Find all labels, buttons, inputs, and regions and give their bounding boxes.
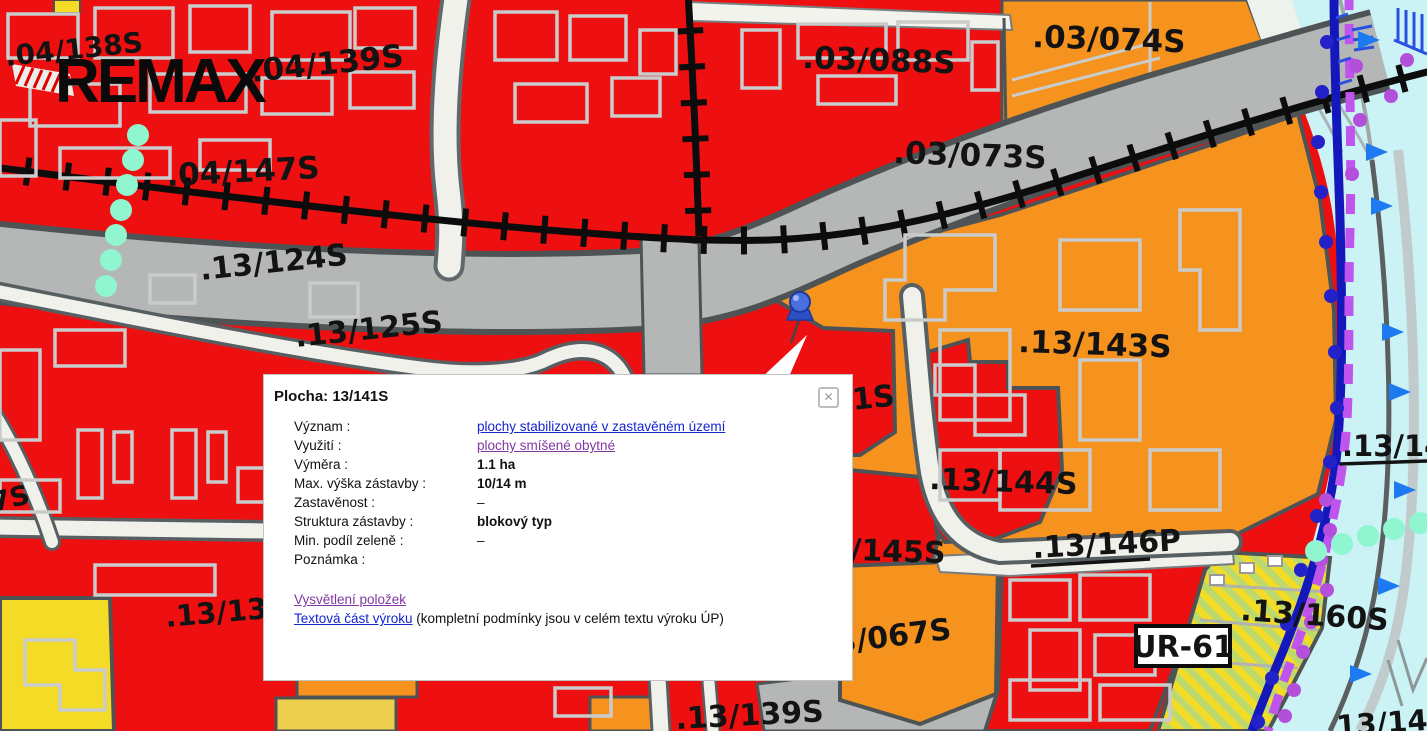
zone-label: UR-61 bbox=[1132, 630, 1234, 665]
field-label: Zastavěnost : bbox=[294, 495, 477, 510]
row-max-vyska: Max. výška zástavby : 10/14 m bbox=[294, 476, 725, 495]
field-value: – bbox=[477, 495, 485, 510]
zone-yellow-bc[interactable] bbox=[276, 698, 396, 731]
close-button[interactable]: ✕ bbox=[818, 387, 839, 408]
ur-61-badge: UR-61 bbox=[1132, 626, 1234, 666]
watermark-remax: REMAX bbox=[55, 47, 267, 116]
zone-yellow-tl bbox=[54, 0, 80, 13]
row-struktura: Struktura zástavby : blokový typ bbox=[294, 514, 725, 533]
row-zastavenost: Zastavěnost : – bbox=[294, 495, 725, 514]
vyznam-link[interactable]: plochy stabilizované v zastavěném území bbox=[477, 419, 725, 434]
field-label: Struktura zástavby : bbox=[294, 514, 477, 529]
zone-label: .03/073S bbox=[893, 135, 1047, 176]
field-label: Využití : bbox=[294, 438, 477, 453]
row-vyuziti: Využití : plochy smíšené obytné bbox=[294, 438, 725, 457]
field-label: Výměra : bbox=[294, 457, 477, 472]
row-vymera: Výměra : 1.1 ha bbox=[294, 457, 725, 476]
textova-cast-vyroku-link[interactable]: Textová část výroku bbox=[294, 611, 413, 626]
zone-label: .03/074S bbox=[1032, 19, 1186, 60]
field-label: Max. výška zástavby : bbox=[294, 476, 477, 491]
vysvetleni-polozek-link[interactable]: Vysvětlení položek bbox=[294, 592, 406, 607]
field-value: 1.1 ha bbox=[477, 457, 515, 472]
zone-label: .13/14 bbox=[1342, 429, 1427, 463]
close-icon: ✕ bbox=[823, 390, 833, 404]
zone-label: .13/143S bbox=[1018, 324, 1172, 365]
textova-cast-suffix: (kompletní podmínky jsou v celém textu v… bbox=[413, 611, 724, 626]
field-value: – bbox=[477, 533, 485, 548]
field-value: 10/14 m bbox=[477, 476, 527, 491]
popup-title: Plocha: 13/141S bbox=[274, 388, 388, 405]
vyuziti-link[interactable]: plochy smíšené obytné bbox=[477, 438, 615, 453]
row-min-podil: Min. podíl zeleně : – bbox=[294, 533, 725, 552]
attribute-rows: Význam : plochy stabilizované v zastavěn… bbox=[294, 419, 725, 571]
row-vyznam: Význam : plochy stabilizované v zastavěn… bbox=[294, 419, 725, 438]
junction-road bbox=[641, 235, 702, 375]
field-label: Poznámka : bbox=[294, 552, 477, 567]
field-label: Význam : bbox=[294, 419, 477, 434]
zone-label: .03/088S bbox=[802, 40, 956, 81]
zone-border-088-074 bbox=[1004, 18, 1006, 133]
plocha-info-popup: Plocha: 13/141S ✕ Význam : plochy stabil… bbox=[263, 374, 853, 681]
map-viewer: .04/138S .04/139S .03/088S .03/074S .03/… bbox=[0, 0, 1427, 731]
row-poznamka: Poznámka : bbox=[294, 552, 725, 571]
field-label: Min. podíl zeleně : bbox=[294, 533, 477, 548]
field-value: blokový typ bbox=[477, 514, 552, 529]
zone-label: .13/144S bbox=[929, 462, 1078, 502]
popup-links: Vysvětlení položek Textová část výroku (… bbox=[294, 590, 724, 628]
